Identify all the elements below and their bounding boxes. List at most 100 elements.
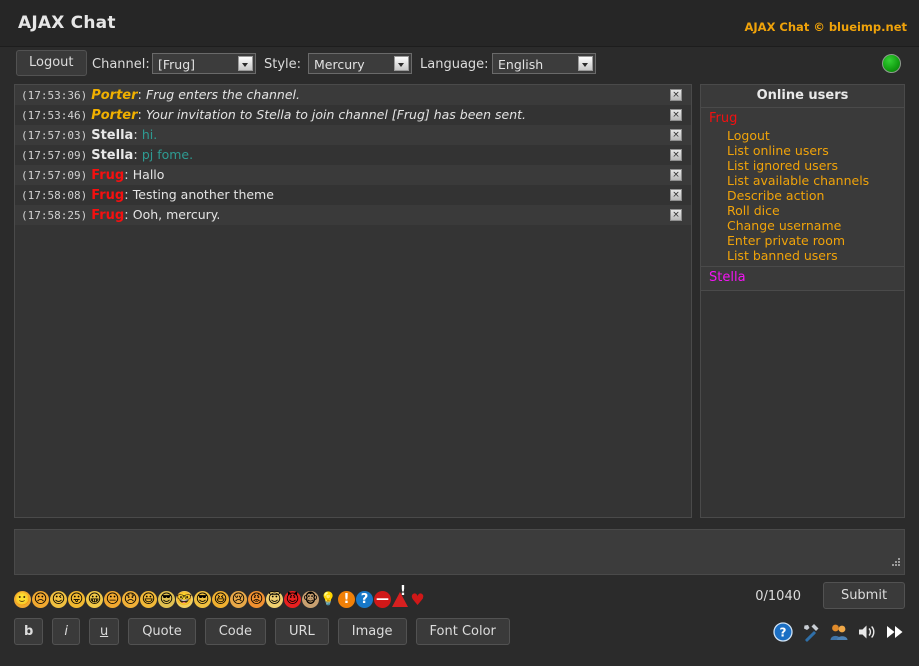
channel-select-value: [Frug]	[158, 57, 196, 72]
fast-forward-icon[interactable]	[885, 622, 905, 642]
message-separator: :	[124, 188, 133, 203]
message-text: Your invitation to Stella to join channe…	[146, 107, 527, 122]
page-title: AJAX Chat	[18, 13, 116, 33]
sad-emoticon[interactable]: 😞	[122, 590, 139, 608]
delete-message-button[interactable]: ×	[670, 209, 682, 221]
angry-emoticon[interactable]: 😡	[248, 590, 265, 608]
online-user-block: Frug Logout List online users List ignored …	[701, 108, 904, 267]
delete-message-button[interactable]: ×	[670, 189, 682, 201]
wink-emoticon[interactable]: 😉	[50, 590, 67, 608]
chat-message-row: (17:58:25) Frug: Ooh, mercury. ×	[15, 205, 691, 225]
message-text: Hallo	[132, 167, 165, 182]
underline-button[interactable]: u	[88, 618, 120, 645]
delete-message-button[interactable]: ×	[670, 129, 682, 141]
nerd-glasses-emoticon[interactable]: 🤓	[176, 590, 193, 608]
question-icon[interactable]: ?	[356, 590, 373, 608]
settings-tools-icon[interactable]	[801, 622, 821, 642]
message-text: pj fome.	[141, 147, 194, 162]
exclamation-icon[interactable]: !	[338, 590, 355, 608]
cry-emoticon[interactable]: 😢	[230, 590, 247, 608]
heart-icon[interactable]: ♥	[409, 591, 426, 608]
delete-message-button[interactable]: ×	[670, 109, 682, 121]
online-user-block: Stella	[701, 267, 904, 291]
style-select[interactable]: Mercury	[308, 53, 412, 74]
message-separator: :	[137, 88, 147, 103]
grin-emoticon[interactable]: 😀	[86, 590, 103, 608]
sound-icon[interactable]	[857, 622, 877, 642]
cool-sunglasses-emoticon[interactable]: 😎	[158, 590, 175, 608]
delete-message-button[interactable]: ×	[670, 169, 682, 181]
monkey-emoticon[interactable]: 🐵	[302, 590, 319, 608]
message-username[interactable]: Frug	[91, 168, 124, 183]
user-command-item[interactable]: Roll dice	[727, 203, 904, 218]
delete-message-button[interactable]: ×	[670, 149, 682, 161]
message-text: Frug enters the channel.	[146, 87, 300, 102]
message-separator: :	[133, 148, 142, 163]
format-button-bar: b i u Quote Code URL Image Font Color	[14, 618, 510, 645]
frown-emoticon[interactable]: ☹	[32, 590, 49, 608]
online-user-name[interactable]: Frug	[701, 110, 904, 128]
message-input[interactable]	[14, 529, 905, 575]
online-users-title: Online users	[701, 85, 904, 108]
user-command-item[interactable]: Logout	[727, 128, 904, 143]
message-separator: :	[133, 128, 142, 143]
warning-icon[interactable]: !	[392, 585, 408, 607]
url-button[interactable]: URL	[275, 618, 329, 645]
user-command-item[interactable]: List banned users	[727, 248, 904, 263]
chat-message-list[interactable]: (17:53:36) Porter: Frug enters the chann…	[14, 84, 692, 518]
message-text: Ooh, mercury.	[132, 207, 221, 222]
user-command-item[interactable]: List ignored users	[727, 158, 904, 173]
devil-emoticon[interactable]: 😈	[284, 590, 301, 608]
delete-message-button[interactable]: ×	[670, 89, 682, 101]
message-username[interactable]: Frug	[91, 188, 124, 203]
user-command-item[interactable]: List available channels	[727, 173, 904, 188]
message-timestamp: (17:57:03)	[21, 129, 88, 142]
help-icon[interactable]: ?	[773, 622, 793, 642]
style-label: Style:	[264, 57, 302, 72]
copyright-prefix: AJAX Chat ©	[744, 20, 829, 34]
idea-lightbulb-icon[interactable]: 💡	[320, 591, 337, 608]
neutral-emoticon[interactable]: 😐	[104, 590, 121, 608]
chat-message-row: (17:57:09) Stella: pj fome. ×	[15, 145, 691, 165]
logout-button[interactable]: Logout	[16, 50, 87, 76]
user-command-menu: Logout List online users List ignored user…	[701, 128, 904, 263]
laugh-emoticon[interactable]: 😆	[212, 590, 229, 608]
user-command-item[interactable]: Change username	[727, 218, 904, 233]
shades-emoticon[interactable]: 😎	[194, 590, 211, 608]
message-username[interactable]: Porter	[91, 88, 137, 103]
header-bar: AJAX Chat AJAX Chat © blueimp.net	[0, 0, 919, 47]
channel-select[interactable]: [Frug]	[152, 53, 256, 74]
message-separator: :	[124, 208, 133, 223]
message-text: hi.	[141, 127, 158, 142]
message-timestamp: (17:57:09)	[21, 149, 88, 162]
smile-emoticon[interactable]: 🙂	[14, 590, 31, 608]
tongue-emoticon[interactable]: 😛	[68, 590, 85, 608]
font-color-button[interactable]: Font Color	[415, 618, 510, 645]
style-select-value: Mercury	[314, 57, 365, 72]
user-command-item[interactable]: List online users	[727, 143, 904, 158]
users-icon[interactable]	[829, 622, 849, 642]
user-command-item[interactable]: Describe action	[727, 188, 904, 203]
submit-button[interactable]: Submit	[823, 582, 905, 609]
image-button[interactable]: Image	[337, 618, 407, 645]
message-timestamp: (17:53:46)	[21, 109, 88, 122]
no-entry-icon[interactable]: —	[374, 590, 391, 608]
user-command-item[interactable]: Enter private room	[727, 233, 904, 248]
svg-text:?: ?	[780, 626, 787, 640]
message-timestamp: (17:58:08)	[21, 189, 88, 202]
quote-button[interactable]: Quote	[128, 618, 196, 645]
language-select[interactable]: English	[492, 53, 596, 74]
angel-emoticon[interactable]: 😇	[266, 590, 283, 608]
bold-button[interactable]: b	[14, 618, 44, 645]
message-username[interactable]: Stella	[91, 148, 133, 163]
happy-emoticon[interactable]: 😃	[140, 590, 157, 608]
message-timestamp: (17:58:25)	[21, 209, 88, 222]
code-button[interactable]: Code	[204, 618, 266, 645]
online-user-name[interactable]: Stella	[701, 269, 904, 287]
message-username[interactable]: Porter	[91, 108, 137, 123]
blueimp-link[interactable]: blueimp.net	[829, 20, 907, 34]
ajax-chat-app: AJAX Chat AJAX Chat © blueimp.net Logout…	[0, 0, 919, 666]
italic-button[interactable]: i	[52, 618, 80, 645]
message-username[interactable]: Frug	[91, 208, 124, 223]
message-username[interactable]: Stella	[91, 128, 133, 143]
